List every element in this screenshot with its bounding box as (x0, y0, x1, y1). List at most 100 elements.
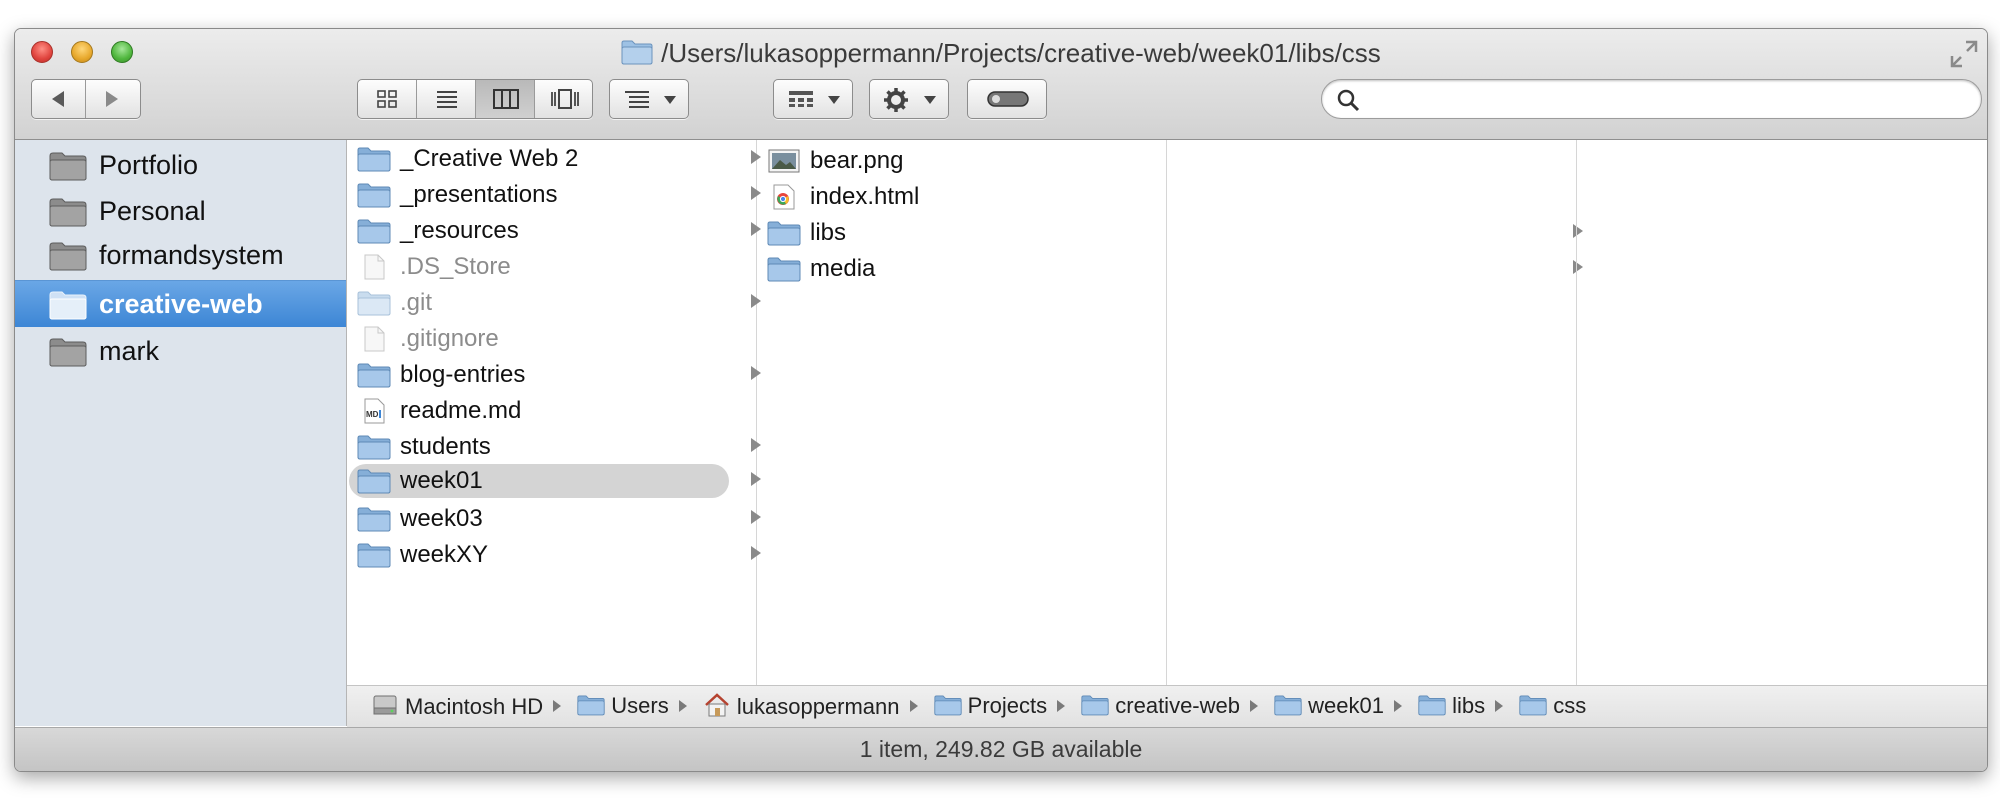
breadcrumb-libs[interactable]: libs (1418, 693, 1485, 719)
icon-view-button[interactable] (358, 80, 417, 118)
hard-drive-icon (373, 695, 397, 715)
list-item[interactable]: media (757, 252, 1583, 286)
folder-icon (621, 39, 653, 72)
chevron-down-icon (924, 96, 936, 104)
image-file-icon (768, 149, 800, 173)
gear-icon (884, 88, 908, 112)
fullscreen-icon[interactable] (1949, 39, 1979, 74)
folder-icon (357, 291, 391, 316)
search-input[interactable] (1372, 86, 1966, 114)
breadcrumb-macintosh-hd[interactable]: Macintosh HD (371, 692, 543, 720)
folder-icon (767, 221, 801, 246)
list-item[interactable]: .gitignore (347, 322, 737, 356)
breadcrumb-label: Users (611, 693, 669, 719)
column-3 (1167, 140, 1577, 685)
path-separator-icon (553, 700, 562, 713)
item-name: _presentations (400, 181, 558, 208)
folder-icon (1274, 695, 1302, 716)
list-item[interactable]: week03 (347, 502, 761, 536)
breadcrumb-label: creative-web (1115, 693, 1240, 719)
markdown-file-icon: MD (364, 398, 385, 424)
sidebar-item-label: formandsystem (99, 240, 284, 270)
list-item[interactable]: _presentations (347, 178, 761, 212)
sidebar-item-label: Portfolio (99, 150, 199, 180)
share-grid-icon (789, 91, 813, 107)
home-icon (705, 693, 729, 717)
sidebar-item-formandsystem[interactable]: formandsystem (15, 232, 346, 278)
list-item[interactable]: _resources (347, 214, 761, 248)
toolbar-toggle-button[interactable] (967, 79, 1047, 119)
item-name: .DS_Store (400, 253, 511, 280)
sidebar-item-label: Personal (99, 196, 206, 226)
folder-icon (49, 198, 87, 227)
breadcrumb-label: week01 (1308, 693, 1384, 719)
breadcrumb-label: Projects (967, 693, 1048, 719)
item-name: week01 (400, 467, 483, 494)
window-title-text: /Users/lukasoppermann/Projects/creative-… (661, 38, 1381, 68)
item-name: blog-entries (400, 361, 526, 388)
path-separator-icon (1495, 700, 1504, 713)
breadcrumb-label: lukasoppermann (736, 694, 900, 720)
folder-icon (49, 152, 87, 181)
chevron-down-icon (664, 96, 676, 104)
column-browser: _Creative Web 2 _presentations _resource… (347, 140, 1987, 685)
item-name: bear.png (810, 147, 904, 174)
folder-icon (357, 219, 391, 244)
path-separator-icon (1249, 700, 1258, 713)
list-item[interactable]: .DS_Store (347, 250, 737, 284)
list-item[interactable]: _Creative Web 2 (347, 142, 761, 176)
folder-icon (1519, 695, 1547, 716)
breadcrumb-creative-web[interactable]: creative-web (1081, 693, 1240, 719)
back-button[interactable] (32, 80, 86, 118)
list-item[interactable]: libs (757, 216, 1583, 250)
folder-icon (1081, 695, 1109, 716)
list-item[interactable]: MD readme.md (347, 394, 737, 428)
item-name: .git (400, 289, 433, 316)
path-bar: Macintosh HD Users lukasoppermann Projec… (347, 685, 1987, 728)
list-item[interactable]: students (347, 430, 761, 464)
sidebar-item-mark[interactable]: mark (15, 328, 346, 374)
breadcrumb: Macintosh HD Users lukasoppermann Projec… (371, 692, 1596, 720)
breadcrumb-css[interactable]: css (1519, 693, 1586, 719)
forward-arrow-icon (106, 91, 118, 107)
arrange-button[interactable] (609, 79, 689, 119)
column-view-button[interactable] (476, 80, 535, 118)
sidebar-item-portfolio[interactable]: Portfolio (15, 142, 346, 188)
group-button[interactable] (773, 79, 853, 119)
list-item[interactable]: index.html (757, 180, 1157, 214)
forward-button[interactable] (86, 80, 140, 118)
path-separator-icon (1057, 700, 1066, 713)
list-item[interactable]: blog-entries (347, 358, 761, 392)
item-name: _resources (400, 217, 519, 244)
folder-icon (357, 183, 391, 208)
folder-icon (357, 363, 391, 388)
breadcrumb-users[interactable]: Users (577, 693, 669, 719)
action-button[interactable] (869, 79, 949, 119)
sidebar-item-personal[interactable]: Personal (15, 188, 346, 234)
search-field[interactable] (1321, 79, 1982, 119)
view-mode-control (357, 79, 593, 119)
svg-text:MD: MD (366, 410, 379, 419)
path-separator-icon (678, 700, 687, 713)
list-item-selected[interactable]: week01 (349, 464, 761, 498)
folder-icon (577, 695, 605, 716)
breadcrumb-projects[interactable]: Projects (934, 693, 1047, 719)
breadcrumb-week01[interactable]: week01 (1274, 693, 1384, 719)
item-name: students (400, 433, 491, 460)
list-item[interactable]: weekXY (347, 538, 761, 572)
list-view-button[interactable] (417, 80, 476, 118)
status-text: 1 item, 249.82 GB available (859, 736, 1143, 762)
sidebar-item-creative-web[interactable]: creative-web (15, 280, 346, 327)
item-name: readme.md (400, 397, 522, 424)
status-bar: 1 item, 249.82 GB available (15, 727, 1987, 771)
cover-flow-view-button[interactable] (535, 80, 594, 118)
document-icon (364, 326, 385, 352)
item-name: weekXY (400, 541, 489, 568)
item-name: index.html (810, 183, 920, 210)
breadcrumb-lukasoppermann[interactable]: lukasoppermann (703, 692, 900, 720)
list-item[interactable]: bear.png (757, 144, 1157, 178)
finder-window: /Users/lukasoppermann/Projects/creative-… (14, 28, 1988, 772)
item-name: .gitignore (400, 325, 499, 352)
list-item[interactable]: .git (347, 286, 761, 320)
html-file-icon (773, 184, 795, 210)
